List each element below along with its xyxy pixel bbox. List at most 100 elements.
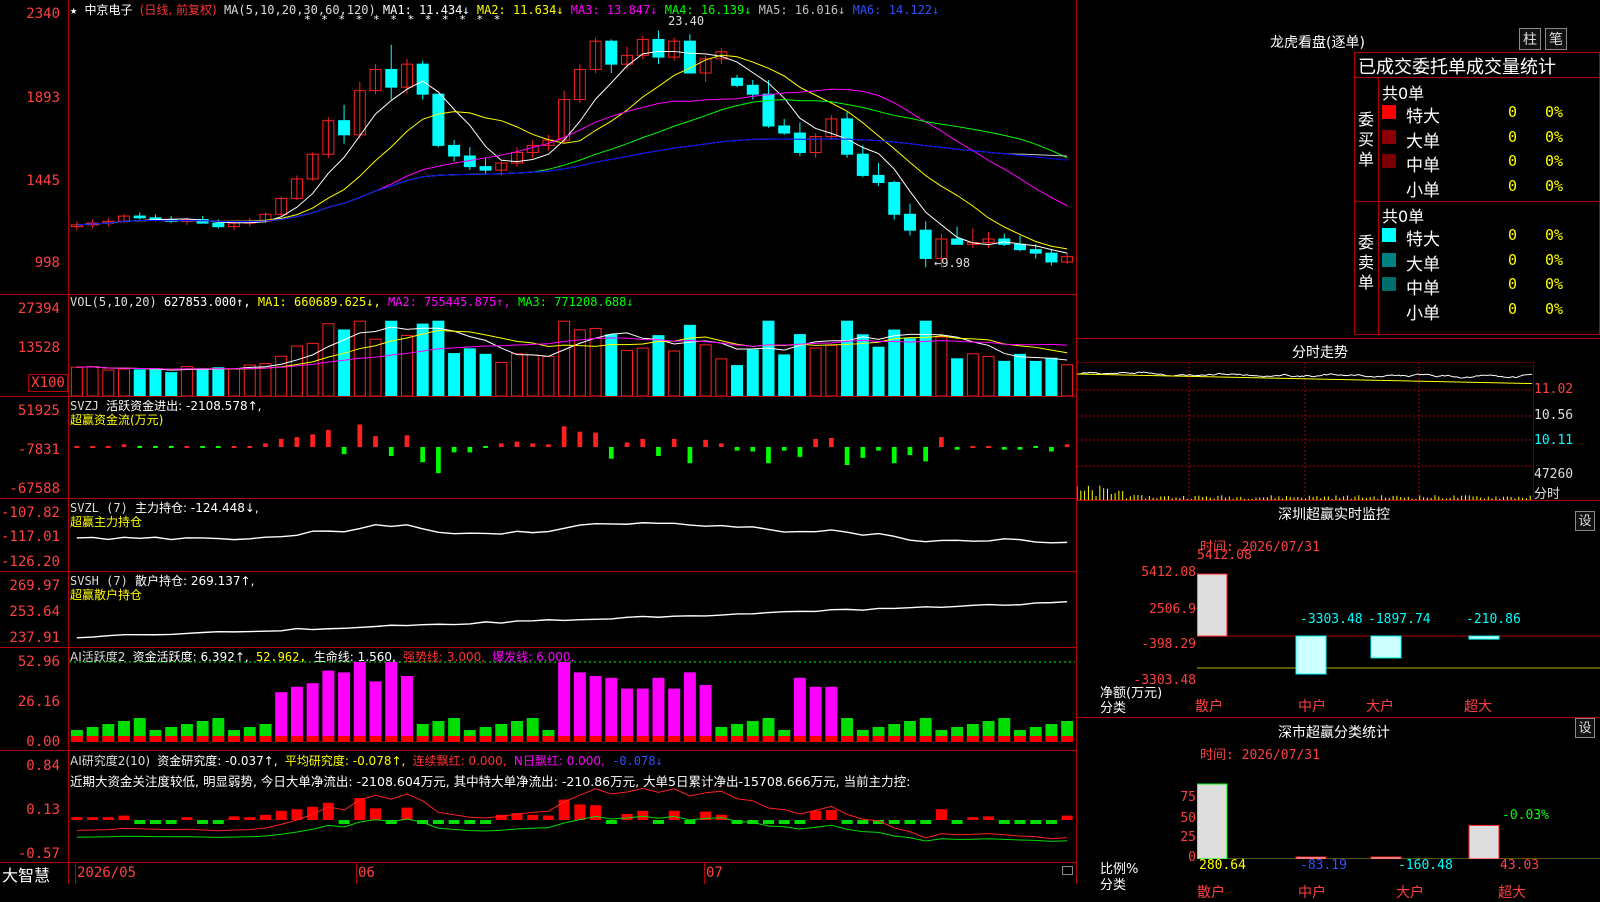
svzl-svg-line [76, 522, 1068, 544]
svzj-tick [184, 446, 190, 448]
date-label-2: 07 [706, 865, 723, 881]
monitor-xlabel: 分类 [1100, 701, 1127, 716]
ai-active-base-bar [903, 736, 916, 742]
date-tick-0 [75, 862, 76, 884]
vol-ytick-2[interactable]: X100 [28, 374, 68, 392]
ai-research-bar [432, 820, 444, 824]
ma-line-ma3 [76, 88, 1068, 226]
ai-active-base-bar [1014, 736, 1026, 742]
svzj-bar [310, 434, 315, 447]
svzj-bar [718, 443, 724, 447]
monitor-settings-button[interactable]: 设 [1575, 511, 1595, 531]
buy-swatch [1382, 129, 1396, 144]
ai-active-bar [605, 677, 618, 742]
classify-settings-button[interactable]: 设 [1575, 718, 1595, 738]
volume-bar [1029, 360, 1042, 396]
sell-row-name: 中单 [1406, 279, 1440, 299]
sell-swatch [1382, 301, 1396, 316]
svzj-bar [514, 441, 520, 447]
buy-row-pct: 0% [1545, 127, 1564, 146]
volume-bar [1013, 353, 1026, 396]
volume-bar [872, 346, 885, 396]
date-tick-2 [704, 862, 705, 884]
svzj-bar [781, 447, 787, 451]
ai-active-bar [338, 672, 351, 742]
ai-research-bar [370, 808, 382, 820]
ai-active-base-bar [605, 736, 618, 742]
vol-ytick-0: 27394 [17, 301, 60, 317]
ai-active-ytick-0: 52.96 [17, 654, 60, 670]
ai-active-base-bar [118, 736, 130, 742]
volume-bar [605, 334, 618, 396]
longhu-side-divider [1378, 77, 1379, 335]
svsh-chart[interactable] [69, 572, 1075, 647]
main-candlestick-chart[interactable] [69, 20, 1075, 292]
monitor-value-label: -3303.48 [1300, 612, 1363, 627]
ai-research-bar [668, 810, 680, 820]
period-label[interactable]: (日线, 前复权) [140, 3, 217, 17]
ai-active-base-bar [416, 736, 429, 742]
ai-active-ytick-2: 0.00 [26, 734, 60, 750]
ai-active-base-bar [1029, 736, 1042, 742]
svsh-svg-line [76, 601, 1068, 639]
ai-active-base-bar [573, 736, 586, 742]
ai-active-base-bar [228, 736, 241, 742]
intraday-top-divider [1077, 338, 1600, 339]
buy-row-count: 0 [1508, 127, 1518, 146]
svzj-chart[interactable] [69, 397, 1075, 497]
ai-active-base-bar [683, 736, 696, 742]
volume-bar [306, 342, 319, 396]
volume-bar [118, 368, 131, 396]
svzj-tick [200, 446, 205, 448]
main-ytick-2: 1445 [26, 173, 60, 189]
classify-bar-chart[interactable] [1197, 775, 1600, 859]
classify-category-label: 超大 [1498, 885, 1526, 901]
ai-research-chart[interactable] [69, 751, 1075, 862]
volume-bar [212, 367, 225, 396]
candle-body [919, 229, 932, 259]
ai-active-bar [306, 683, 319, 742]
classify-value-label: -160.48 [1398, 858, 1453, 873]
star-icon[interactable]: ★ [70, 3, 77, 17]
buy-swatch [1382, 178, 1396, 193]
volume-bar [668, 350, 681, 396]
svzj-bar [876, 447, 881, 451]
monitor-bar-1 [1295, 635, 1327, 675]
ai-active-base-bar [165, 736, 178, 742]
vol-ma1: MA1: 660689.625↓, [257, 295, 381, 309]
sell-row-pct: 0% [1545, 275, 1564, 293]
svzj-bar [640, 438, 646, 447]
sell-row-count: 0 [1508, 250, 1518, 269]
ai-active-ytick-1: 26.16 [17, 694, 60, 710]
ai-active-base-bar [290, 736, 303, 742]
ai-active-bar [290, 686, 303, 742]
ai-research-bar [307, 806, 319, 820]
bar-view-button[interactable]: 柱 [1519, 28, 1541, 50]
ai-research-bar [134, 820, 146, 824]
svzj-bar [907, 447, 913, 456]
ai-research-bar [322, 802, 334, 820]
volume-bar [243, 364, 256, 396]
tick-view-button[interactable]: 笔 [1545, 28, 1567, 50]
ai-active-bar [353, 662, 366, 742]
ai-research-bar [181, 817, 193, 820]
ai-active-bar [699, 685, 712, 742]
brand-logo[interactable]: 大智慧 [2, 862, 50, 886]
classify-category-label: 中户 [1298, 885, 1326, 901]
volume-bar [180, 366, 193, 396]
volume-chart[interactable] [69, 308, 1075, 396]
ai-active-base-bar [180, 736, 193, 742]
svzj-tick [1033, 446, 1039, 448]
ai-active-base-bar [746, 736, 759, 742]
ai-active-base-bar [149, 736, 162, 742]
svzl-chart[interactable] [69, 499, 1075, 571]
ai-active-chart[interactable] [69, 648, 1075, 750]
sell-side-label: 委卖单 [1358, 233, 1375, 292]
svzj-bar [797, 447, 803, 457]
divider-bottom [0, 862, 1077, 863]
ai-active-base-bar [369, 736, 382, 742]
stock-name: 中京电子 [84, 3, 133, 17]
svzj-bar [121, 444, 127, 447]
intraday-chart[interactable] [1077, 362, 1534, 500]
ai-research-bar [87, 817, 99, 820]
